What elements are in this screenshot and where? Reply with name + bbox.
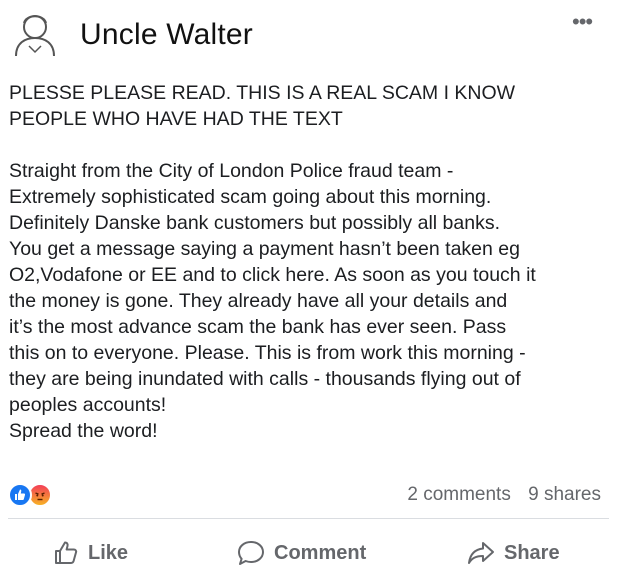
post-actions: Like Comment Share — [0, 528, 617, 576]
engagement-counts: 2 comments 9 shares — [395, 484, 601, 506]
share-button[interactable]: Share — [466, 538, 560, 568]
author-name[interactable]: Uncle Walter — [80, 18, 253, 52]
post-header: Uncle Walter ••• — [0, 0, 617, 70]
post-paragraph: Straight from the City of London Police … — [9, 158, 609, 444]
body-line: this on to everyone. Please. This is fro… — [9, 342, 526, 364]
body-line: Extremely sophisticated scam going about… — [9, 186, 492, 208]
body-line: Straight from the City of London Police … — [9, 160, 454, 182]
share-arrow-icon — [468, 542, 494, 564]
shares-count[interactable]: 9 shares — [528, 484, 601, 505]
body-line: it’s the most advance scam the bank has … — [9, 316, 507, 338]
headline-line: PEOPLE WHO HAVE HAD THE TEXT — [9, 108, 343, 130]
actions-divider — [8, 518, 609, 519]
post-stats: 2 comments 9 shares — [0, 478, 617, 512]
comment-bubble-icon — [238, 541, 264, 565]
headline-line: PLESSE PLEASE READ. THIS IS A REAL SCAM … — [9, 82, 516, 104]
share-label: Share — [504, 541, 560, 564]
more-options-icon[interactable]: ••• — [572, 11, 593, 33]
post-text: PLESSE PLEASE READ. THIS IS A REAL SCAM … — [9, 80, 609, 444]
thumbs-up-icon — [55, 541, 78, 564]
body-line: You get a message saying a payment hasn’… — [9, 238, 520, 260]
body-line: they are being inundated with calls - th… — [9, 368, 521, 390]
body-line: Spread the word! — [9, 420, 158, 442]
avatar-placeholder-icon[interactable] — [12, 10, 58, 58]
body-line: peoples accounts! — [9, 394, 167, 416]
like-reaction-icon — [8, 483, 32, 507]
like-button[interactable]: Like — [52, 538, 128, 568]
like-label: Like — [88, 541, 129, 564]
body-line: Definitely Danske bank customers but pos… — [9, 212, 500, 234]
body-line: O2,Vodafone or EE and to click here. As … — [9, 264, 536, 286]
body-line: the money is gone. They already have all… — [9, 290, 508, 312]
post-headline: PLESSE PLEASE READ. THIS IS A REAL SCAM … — [9, 80, 609, 132]
reaction-summary[interactable] — [8, 480, 64, 510]
comment-label: Comment — [274, 541, 367, 564]
comments-count[interactable]: 2 comments — [407, 484, 510, 505]
comment-button[interactable]: Comment — [236, 538, 366, 568]
